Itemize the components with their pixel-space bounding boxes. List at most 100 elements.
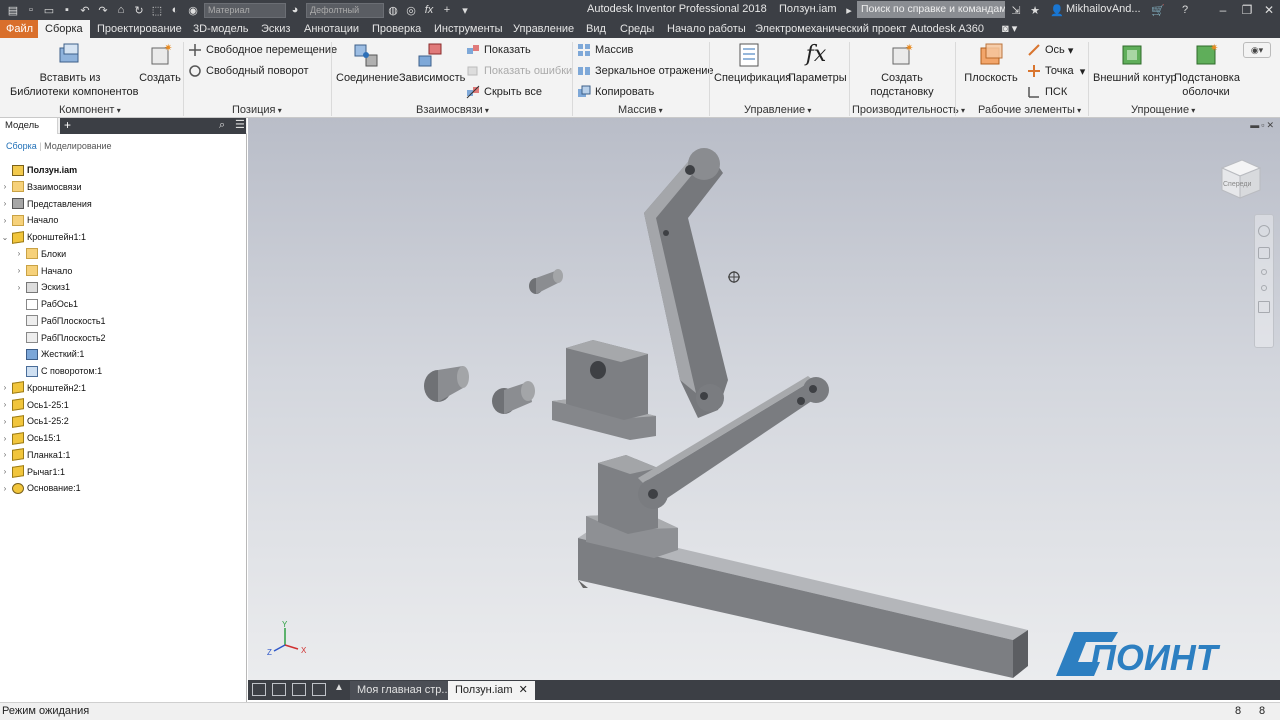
appearance-combo[interactable]: Дефолтный [306, 2, 384, 18]
tab-assembly[interactable]: Сборка [38, 20, 90, 38]
pan-icon[interactable] [1258, 247, 1270, 259]
store-cart-icon[interactable]: 🛒 [1149, 2, 1167, 18]
free-rotate-button[interactable]: Свободный поворот [188, 63, 309, 79]
expand-chevron-icon[interactable]: › [0, 400, 10, 409]
plane-button[interactable]: Плоскость [963, 42, 1019, 85]
tile-windows-icon[interactable] [272, 683, 286, 696]
tree-item[interactable]: РабПлоскость1 [14, 313, 106, 329]
tab-inspect[interactable]: Проверка [372, 20, 421, 38]
expand-chevron-icon[interactable]: › [0, 434, 10, 443]
tab-tools[interactable]: Инструменты [434, 20, 503, 38]
tab-my-home[interactable]: Моя главная стр... [350, 681, 458, 700]
expand-chevron-icon[interactable]: › [0, 450, 10, 459]
look-at-icon[interactable] [1258, 301, 1270, 313]
link-bar-part[interactable] [644, 148, 728, 418]
zoom-icon[interactable] [1261, 269, 1267, 275]
new-icon[interactable]: ▫ [22, 2, 40, 18]
group-label-pattern[interactable]: Массив [618, 104, 663, 116]
group-label-productivity[interactable]: Производительность [852, 104, 965, 116]
fx-icon[interactable]: fx [420, 2, 438, 18]
show-sick-button[interactable]: Показать ошибки [466, 63, 572, 79]
tab-document-polzun[interactable]: Ползун.iam ✕ [448, 681, 535, 700]
parameters-button[interactable]: fx Параметры [788, 42, 847, 85]
tab-file[interactable]: Файл [0, 20, 40, 38]
expand-chevron-icon[interactable]: › [14, 249, 24, 258]
arrange-vertical-icon[interactable] [312, 683, 326, 696]
tree-item[interactable]: С поворотом:1 [14, 363, 102, 379]
tree-item[interactable]: › Ось1-25:2 [0, 413, 69, 429]
undo-icon[interactable]: ↶ [76, 2, 94, 18]
group-label-work-features[interactable]: Рабочие элементы [978, 104, 1081, 116]
tab-a360[interactable]: Autodesk A360 [910, 20, 984, 38]
expand-chevron-icon[interactable]: › [0, 199, 10, 208]
clear-appearance-icon[interactable]: ◍ [384, 2, 402, 18]
expand-chevron-icon[interactable]: › [0, 417, 10, 426]
cascade-windows-icon[interactable] [252, 683, 266, 696]
subtab-assembly[interactable]: Сборка [6, 141, 37, 151]
tree-item[interactable]: ⌄ Кронштейн1:1 [0, 229, 86, 245]
tree-item[interactable]: › Начало [0, 212, 58, 228]
search-tool-icon[interactable]: ⇲ [1007, 2, 1025, 18]
redo-icon[interactable]: ↷ [94, 2, 112, 18]
pin-axis-1[interactable] [424, 366, 469, 402]
arrange-horizontal-icon[interactable] [292, 683, 306, 696]
appearance-icon[interactable]: ◉ [184, 2, 202, 18]
favorites-star-icon[interactable]: ★ [1026, 2, 1044, 18]
subtab-modeling[interactable]: Моделирование [44, 141, 111, 151]
search-icon[interactable]: ⌕ [219, 119, 225, 132]
expand-chevron-icon[interactable]: › [0, 484, 10, 493]
adjust-icon[interactable]: ◎ [402, 2, 420, 18]
free-move-button[interactable]: Свободное перемещение [188, 42, 337, 58]
user-icon[interactable]: 👤 [1048, 2, 1066, 18]
group-label-relationships[interactable]: Взаимосвязи [416, 104, 489, 116]
expand-chevron-icon[interactable]: › [0, 216, 10, 225]
app-menu-icon[interactable]: ▤ [4, 2, 22, 18]
pattern-button[interactable]: Массив [577, 42, 633, 58]
tree-item[interactable]: › Эскиз1 [14, 279, 70, 295]
constrain-button[interactable]: Зависимость [399, 42, 465, 85]
customize-icon[interactable]: ▾ [456, 2, 474, 18]
tab-annotate[interactable]: Аннотации [304, 20, 359, 38]
hide-all-button[interactable]: Скрыть все [466, 84, 542, 100]
close-tab-icon[interactable]: ✕ [519, 684, 528, 696]
expand-chevron-icon[interactable]: › [0, 182, 10, 191]
add-icon[interactable]: + [438, 2, 456, 18]
shrinkwrap-substitute-button[interactable]: ✷ Подстановка оболочки [1174, 42, 1240, 99]
tree-item[interactable]: › Рычаг1:1 [0, 464, 65, 480]
tree-item[interactable]: › Взаимосвязи [0, 179, 82, 195]
open-icon[interactable]: ▭ [40, 2, 58, 18]
create-component-button[interactable]: ✷ Создать [139, 42, 181, 85]
tab-list-icon[interactable]: ▲ [334, 682, 344, 693]
tab-electromechanical[interactable]: Электромеханический проект [755, 20, 906, 38]
shrinkwrap-button[interactable]: Внешний контур [1093, 42, 1177, 85]
lever-part[interactable] [638, 376, 829, 509]
expand-chevron-icon[interactable]: › [14, 266, 24, 275]
tree-item[interactable]: › Начало [14, 263, 72, 279]
menu-icon[interactable]: ☰ [235, 118, 245, 131]
tree-item[interactable]: › Ось15:1 [0, 430, 61, 446]
expand-chevron-icon[interactable]: › [0, 383, 10, 392]
tree-item[interactable]: Ползун.iam [0, 162, 77, 178]
steering-wheel-icon[interactable] [1258, 225, 1270, 237]
user-name[interactable]: MikhailovAnd... [1066, 3, 1141, 15]
measure-icon[interactable]: ◐ [166, 2, 184, 18]
tree-item[interactable]: › Представления [0, 196, 92, 212]
tab-3d-model[interactable]: 3D-модель [193, 20, 248, 38]
tree-item[interactable]: › Ось1-25:1 [0, 397, 69, 413]
viewcube[interactable]: Спереди [1216, 156, 1262, 202]
tree-item[interactable]: › Планка1:1 [0, 447, 70, 463]
bracket-1-part[interactable] [552, 340, 656, 440]
expand-chevron-icon[interactable]: › [0, 467, 10, 476]
tab-view[interactable]: Вид [586, 20, 606, 38]
tree-item[interactable]: РабОсь1 [14, 296, 78, 312]
update-icon[interactable]: ↻ [130, 2, 148, 18]
viewport-window-controls[interactable]: ▬▫✕ [1250, 120, 1276, 131]
place-from-content-center-button[interactable]: Вставить из Библиотеки компонентов [10, 42, 139, 99]
collapse-chevron-icon[interactable]: ⌄ [0, 233, 10, 242]
point-button[interactable]: Точка ▾ [1027, 63, 1085, 79]
save-icon[interactable]: ▪ [58, 2, 76, 18]
mirror-button[interactable]: Зеркальное отражение [577, 63, 714, 79]
axis-button[interactable]: Ось ▾ [1027, 42, 1073, 58]
tree-item[interactable]: › Кронштейн2:1 [0, 380, 86, 396]
pin-axis-3[interactable] [529, 269, 563, 294]
